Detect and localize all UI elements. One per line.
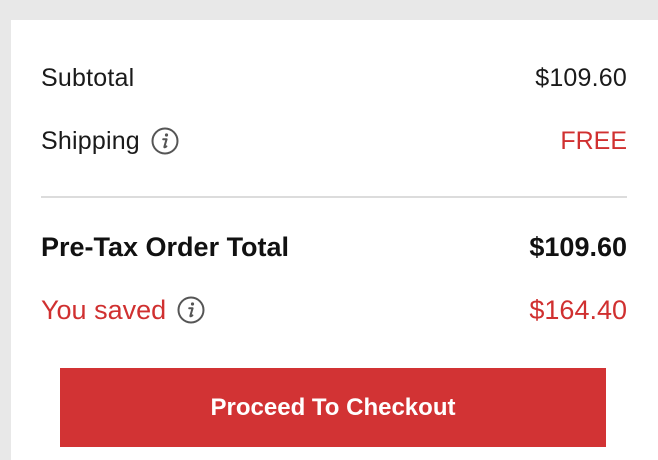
subtotal-label: Subtotal	[41, 63, 135, 92]
order-total-label: Pre-Tax Order Total	[41, 231, 290, 262]
shipping-row: Shipping FREE	[41, 121, 627, 161]
proceed-to-checkout-button[interactable]: Proceed To Checkout	[60, 368, 606, 447]
shipping-info-icon[interactable]	[150, 126, 180, 156]
order-total-value: $109.60	[529, 231, 627, 262]
savings-label: You saved	[41, 294, 167, 325]
shipping-label: Shipping	[41, 126, 140, 155]
order-total-row: Pre-Tax Order Total $109.60	[41, 227, 627, 267]
subtotal-row: Subtotal $109.60	[41, 58, 627, 98]
savings-row: You saved $164.40	[41, 288, 627, 332]
shipping-value: FREE	[560, 126, 627, 155]
subtotal-value: $109.60	[535, 63, 627, 92]
savings-label-group: You saved	[41, 295, 206, 326]
shipping-label-group: Shipping	[41, 126, 180, 156]
summary-divider	[41, 196, 627, 198]
order-summary-card: Subtotal $109.60 Shipping FREE Pre-Tax O…	[11, 20, 658, 460]
savings-info-icon[interactable]	[176, 295, 206, 325]
savings-value: $164.40	[529, 294, 627, 325]
